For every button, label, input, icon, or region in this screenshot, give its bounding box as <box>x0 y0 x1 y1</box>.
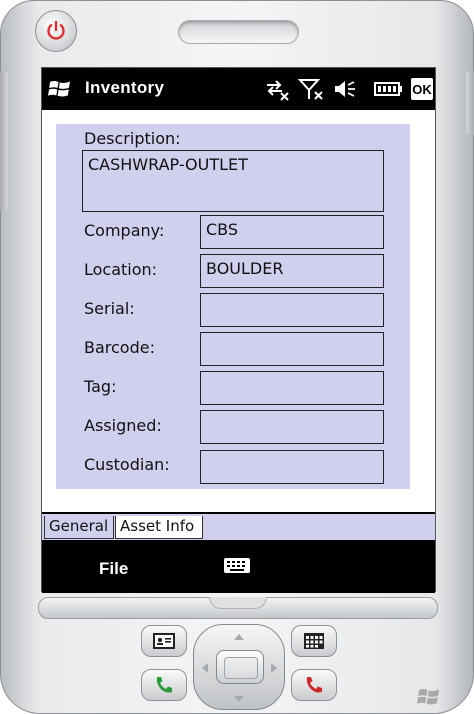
signal-off-icon[interactable] <box>298 77 324 101</box>
location-field[interactable]: BOULDER <box>200 254 384 288</box>
barcode-field[interactable] <box>200 332 384 366</box>
app-title: Inventory <box>85 78 165 97</box>
power-icon <box>47 20 65 40</box>
title-bar: Inventory OK <box>42 68 435 110</box>
asset-info-panel: Description: CASHWRAP-OUTLET Company: CB… <box>56 124 410 489</box>
calendar-hardware-button[interactable] <box>291 625 337 657</box>
call-hardware-button[interactable] <box>141 669 187 701</box>
green-phone-icon <box>156 677 172 693</box>
dpad-select-button[interactable] <box>216 650 264 684</box>
dpad-right-arrow-icon <box>271 663 277 673</box>
softkey-bar: File <box>42 545 435 593</box>
calendar-grid-icon <box>304 633 324 649</box>
dpad-down-arrow-icon <box>234 696 244 702</box>
file-menu-softkey[interactable]: File <box>99 559 128 579</box>
red-phone-icon <box>306 677 322 693</box>
volume-icon[interactable] <box>332 77 358 101</box>
bezel-notch <box>209 597 267 609</box>
side-button-left[interactable] <box>0 71 8 211</box>
description-field[interactable]: CASHWRAP-OUTLET <box>82 150 384 212</box>
content-area: Description: CASHWRAP-OUTLET Company: CB… <box>42 110 435 512</box>
tag-field[interactable] <box>200 371 384 405</box>
dpad-up-arrow-icon <box>234 634 244 640</box>
company-label: Company: <box>84 221 165 240</box>
custodian-label: Custodian: <box>84 455 170 474</box>
hardware-bezel-bar <box>38 597 438 619</box>
ok-button[interactable]: OK <box>411 78 433 100</box>
tab-strip: General Asset Info <box>42 512 435 540</box>
directional-pad[interactable] <box>193 624 285 710</box>
earpiece-speaker <box>178 20 299 44</box>
contact-card-icon <box>153 633 175 649</box>
tab-asset-info[interactable]: Asset Info <box>115 516 203 539</box>
custodian-field[interactable] <box>200 450 384 484</box>
contacts-hardware-button[interactable] <box>141 625 187 657</box>
dpad-left-arrow-icon <box>202 663 208 673</box>
serial-label: Serial: <box>84 299 135 318</box>
keyboard-icon[interactable] <box>223 555 251 575</box>
side-button-right[interactable] <box>466 71 474 135</box>
tag-label: Tag: <box>84 377 117 396</box>
tab-general[interactable]: General <box>44 516 114 539</box>
barcode-label: Barcode: <box>84 338 155 357</box>
power-button[interactable] <box>35 10 77 52</box>
battery-icon[interactable] <box>373 77 403 101</box>
windows-start-icon[interactable] <box>48 77 72 101</box>
company-field[interactable]: CBS <box>200 215 384 249</box>
device-shell: Inventory OK Description: CASHWRAP-OUTLE… <box>0 0 474 714</box>
description-label: Description: <box>84 129 181 148</box>
screen: Inventory OK Description: CASHWRAP-OUTLE… <box>41 67 436 593</box>
assigned-field[interactable] <box>200 410 384 444</box>
serial-field[interactable] <box>200 293 384 327</box>
connectivity-icon[interactable] <box>264 77 290 101</box>
windows-brand-logo-icon <box>417 689 439 705</box>
location-label: Location: <box>84 260 158 279</box>
end-call-hardware-button[interactable] <box>291 669 337 701</box>
assigned-label: Assigned: <box>84 416 162 435</box>
